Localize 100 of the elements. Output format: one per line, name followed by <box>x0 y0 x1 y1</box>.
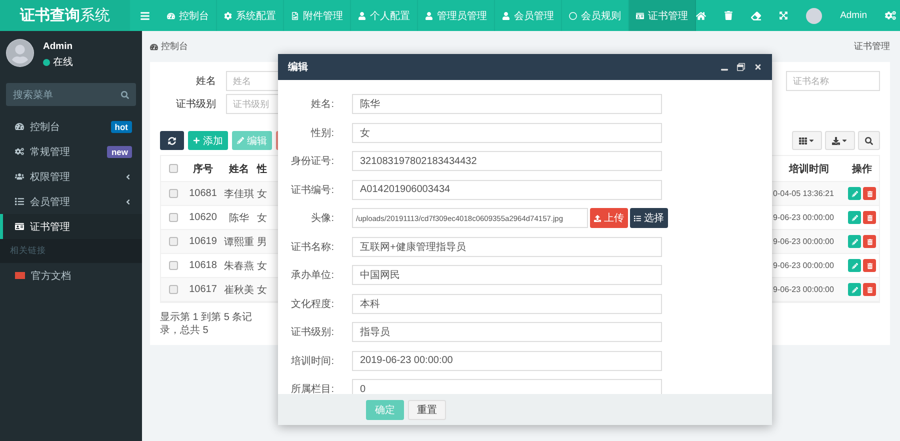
edit-button[interactable] <box>848 235 861 248</box>
edit-button[interactable] <box>848 187 861 200</box>
choose-button[interactable]: 选择 <box>630 208 668 228</box>
column-header: 姓名 <box>228 162 250 176</box>
field-label: 文化程度: <box>290 298 335 311</box>
table-cell-text: 0-04-05 13:36:21 <box>773 189 835 198</box>
sidebar-link[interactable]: 官方文档 <box>0 263 142 288</box>
input-field[interactable]: 指导员 <box>352 322 662 342</box>
gauge-icon <box>150 42 158 50</box>
sidebar-item[interactable]: 权限管理 <box>0 164 142 189</box>
input-field[interactable]: 中国网民 <box>352 265 662 286</box>
input-field[interactable]: 女 <box>352 122 662 143</box>
maximize-icon[interactable] <box>737 63 745 71</box>
field-label: 证书级别: <box>290 326 335 340</box>
plus-icon <box>193 137 200 144</box>
gears-icon <box>15 147 24 156</box>
download-icon <box>832 136 840 144</box>
table-cell-text: 10620 <box>188 212 218 223</box>
trash-icon <box>866 238 872 244</box>
row-checkbox[interactable] <box>168 189 178 198</box>
delete-button[interactable] <box>863 283 876 296</box>
search-button[interactable] <box>858 131 880 150</box>
input-field[interactable]: 互联网+健康管理指导员 <box>352 236 662 257</box>
row-checkbox[interactable] <box>168 261 178 270</box>
sidebar-item[interactable]: 证书管理 <box>0 214 142 239</box>
pencil-icon <box>237 137 244 144</box>
table-cell-text: 男 <box>257 236 268 248</box>
input-field[interactable]: 0 <box>352 379 662 394</box>
gear-icon <box>224 12 232 20</box>
trash-icon[interactable] <box>724 11 734 20</box>
row-checkbox[interactable] <box>168 285 178 294</box>
input-field[interactable]: A014201906003434 <box>352 180 662 200</box>
caret-icon <box>841 137 848 144</box>
input-field[interactable]: 本科 <box>352 294 662 314</box>
column-header: 性 <box>257 162 268 176</box>
table-cell-text: 女 <box>257 284 268 296</box>
input-field[interactable]: 陈华 <box>352 94 662 114</box>
filter-label: 姓名 <box>195 75 217 88</box>
upload-button[interactable]: 上传 <box>590 208 628 228</box>
sidebar-item[interactable]: 控制台 hot <box>0 114 142 139</box>
avatar[interactable] <box>806 8 822 24</box>
row-checkbox[interactable] <box>168 237 178 246</box>
export-dropdown[interactable] <box>825 131 855 150</box>
table-cell-text: 9-06-23 00:00:00 <box>773 285 835 294</box>
field-label: 头像: <box>310 212 335 226</box>
delete-button[interactable] <box>863 259 876 272</box>
gauge-icon <box>167 12 176 20</box>
menu-badge: hot <box>110 120 132 132</box>
document-icon <box>15 272 25 279</box>
delete-button[interactable] <box>863 187 876 200</box>
table-cell-text: 10681 <box>188 188 218 199</box>
menu-icon[interactable] <box>140 10 150 20</box>
user-icon <box>358 12 366 20</box>
reset-button[interactable]: 重置 <box>408 400 446 420</box>
filter-field[interactable]: 证书名称 <box>786 71 880 92</box>
edit-button[interactable] <box>848 211 861 224</box>
section-header: 相关链接 <box>0 239 142 263</box>
table-cell-text: 朱春燕 <box>223 260 255 272</box>
sidebar-item[interactable]: 会员管理 <box>0 189 142 214</box>
delete-button[interactable] <box>863 235 876 248</box>
input-field[interactable]: 321083197802183434432 <box>352 151 662 172</box>
menu-badge: new <box>107 146 132 158</box>
table-cell-text: 10618 <box>188 260 218 271</box>
user-icon <box>502 12 510 20</box>
field-label: 性别: <box>310 126 335 140</box>
page-title: 证书管理 <box>854 40 890 53</box>
image-file-icon <box>291 12 300 20</box>
dialog-title: 编辑 <box>288 60 308 74</box>
edit-button[interactable] <box>848 259 861 272</box>
id-card-icon <box>15 222 24 231</box>
online-status: 在线 <box>43 55 73 69</box>
user-icon <box>425 12 434 20</box>
sidebar-item[interactable]: 常规管理 new <box>0 139 142 164</box>
field-label: 培训时间: <box>290 354 335 368</box>
select-all-checkbox[interactable] <box>168 164 178 173</box>
edit-button[interactable] <box>848 283 861 296</box>
refresh-button[interactable] <box>160 131 184 150</box>
table-cell-text: 9-06-23 00:00:00 <box>773 261 835 270</box>
eraser-icon[interactable] <box>751 10 762 20</box>
columns-dropdown[interactable] <box>792 131 822 150</box>
delete-button[interactable] <box>863 211 876 224</box>
row-checkbox[interactable] <box>168 213 178 222</box>
filter-label: 证书级别 <box>175 98 217 111</box>
table-cell-text: 女 <box>257 212 268 224</box>
list-icon <box>634 214 641 222</box>
pencil-icon <box>852 214 858 220</box>
fullscreen-icon[interactable] <box>779 11 788 20</box>
breadcrumb[interactable]: 控制台 <box>161 40 188 53</box>
field-label: 所属栏目: <box>290 382 335 394</box>
grid-icon <box>799 136 807 144</box>
id-card-icon <box>636 12 644 20</box>
table-cell-text: 9-06-23 00:00:00 <box>773 237 835 246</box>
menu-search-field[interactable]: 搜索菜单 <box>6 83 136 106</box>
home-icon[interactable] <box>696 10 706 20</box>
close-icon[interactable] <box>754 63 762 71</box>
caret-icon <box>808 137 815 144</box>
input-field[interactable]: 2019-06-23 00:00:00 <box>352 350 662 371</box>
settings-icon[interactable] <box>885 10 896 21</box>
trash-icon <box>866 214 872 220</box>
table-cell-text: 女 <box>257 260 268 272</box>
